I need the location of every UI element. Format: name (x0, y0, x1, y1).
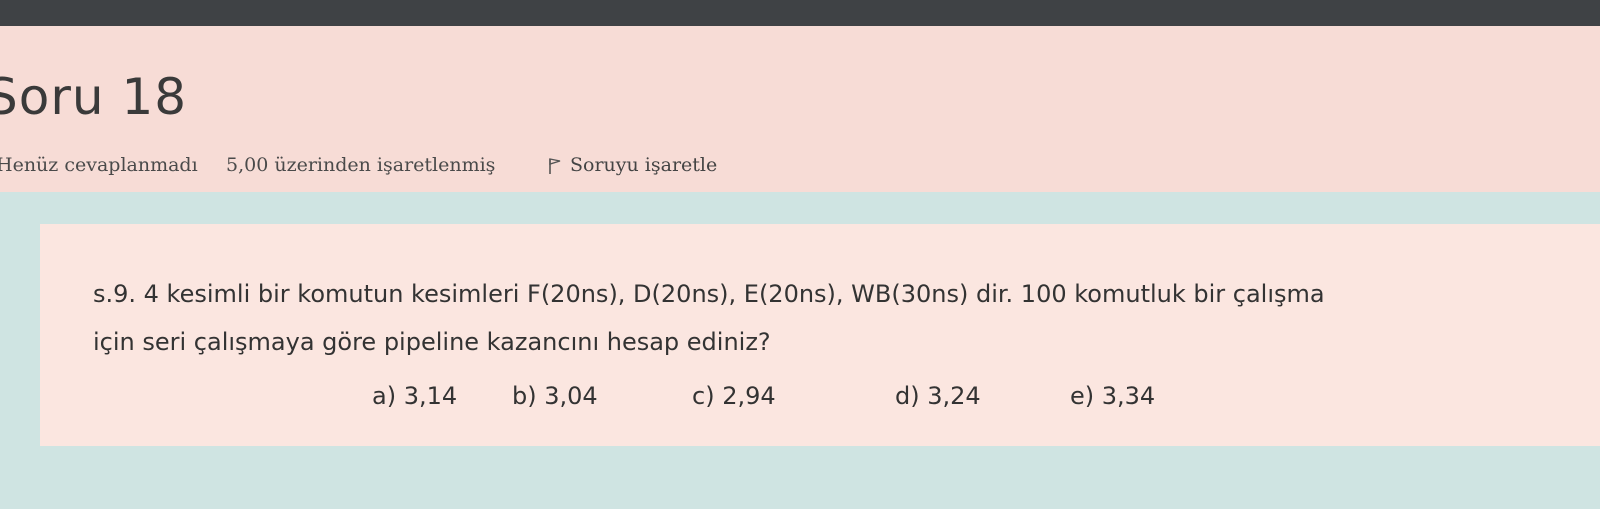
flag-question-label: Soruyu işaretle (570, 154, 718, 176)
flag-question-link[interactable]: Soruyu işaretle (548, 156, 717, 175)
option-d: d) 3,24 (895, 382, 981, 410)
answer-status: Henüz cevaplanmadı (0, 154, 198, 176)
question-text: s.9. 4 kesimli bir komutun kesimleri F(2… (93, 270, 1573, 366)
question-grade: 5,00 üzerinden işaretlenmiş (226, 154, 496, 176)
option-e: e) 3,34 (1070, 382, 1156, 410)
browser-top-bar (0, 0, 1600, 26)
question-text-line-2: için seri çalışmaya göre pipeline kazanc… (93, 328, 771, 356)
option-c: c) 2,94 (692, 382, 776, 410)
flag-icon (548, 157, 562, 175)
option-b: b) 3,04 (512, 382, 598, 410)
question-number-title: Soru 18 (0, 68, 188, 126)
option-a: a) 3,14 (372, 382, 458, 410)
question-text-line-1: s.9. 4 kesimli bir komutun kesimleri F(2… (93, 280, 1325, 308)
